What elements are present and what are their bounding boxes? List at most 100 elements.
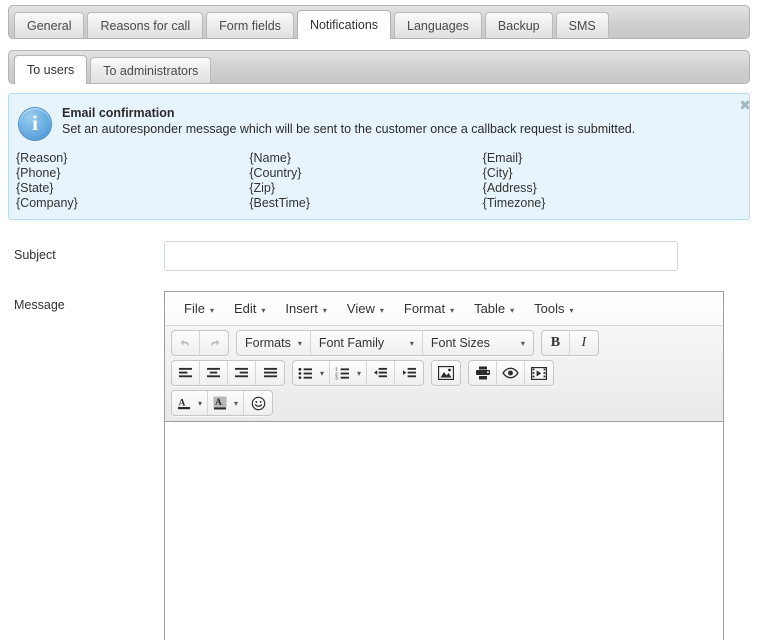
token-reason: {Reason} (16, 151, 68, 165)
font-family-dropdown[interactable]: Font Family ▾ (311, 331, 423, 355)
toolbar-row-1: Formats ▾ Font Family ▾ Font Sizes ▾ B I (171, 330, 723, 356)
token-company: {Company} (16, 196, 78, 210)
chevron-down-icon: ▾ (379, 306, 384, 315)
tab-notifications[interactable]: Notifications (296, 10, 392, 39)
font-family-label: Font Family (318, 336, 385, 350)
chevron-down-icon: ▾ (198, 398, 203, 408)
image-icon[interactable] (432, 361, 460, 385)
bullet-list-icon[interactable]: ▾ (293, 361, 331, 385)
outdent-icon[interactable] (367, 361, 396, 385)
tab-reasons-for-call[interactable]: Reasons for call (87, 12, 204, 38)
token-country: {Country} (249, 166, 302, 180)
emoticon-icon[interactable] (244, 391, 272, 415)
text-color-icon[interactable]: A ▾ (172, 391, 209, 415)
tab-sms[interactable]: SMS (555, 12, 609, 38)
settings-page: General Reasons for call Form fields Not… (0, 0, 760, 640)
toolbar-row-3: A ▾ A ▾ (171, 390, 723, 416)
menu-view-label: View (346, 301, 375, 316)
align-left-icon[interactable] (172, 361, 200, 385)
close-icon[interactable]: ✖ (739, 99, 751, 113)
insert-image-group (431, 360, 462, 386)
chevron-down-icon: ▾ (234, 398, 239, 408)
menu-edit[interactable]: Edit ▾ (225, 298, 274, 319)
tab-general[interactable]: General (14, 12, 85, 38)
formats-dropdown[interactable]: Formats ▾ (237, 331, 311, 355)
chevron-down-icon: ▾ (450, 306, 455, 315)
editor-content-area[interactable] (165, 422, 723, 640)
message-label: Message (14, 298, 65, 312)
italic-button[interactable]: I (570, 331, 598, 355)
indent-icon[interactable] (395, 361, 423, 385)
token-email: {Email} (482, 151, 523, 165)
info-icon (18, 107, 52, 141)
token-column-3: {Email} {City} {Address} {Timezone} (483, 151, 716, 211)
menu-format[interactable]: Format ▾ (395, 298, 463, 319)
font-weight-group: B I (540, 330, 599, 356)
align-center-icon[interactable] (200, 361, 228, 385)
align-justify-icon[interactable] (256, 361, 284, 385)
subtab-to-administrators[interactable]: To administrators (90, 57, 212, 83)
tab-backup[interactable]: Backup (484, 12, 553, 38)
token-state: {State} (16, 181, 54, 195)
history-group (171, 330, 229, 356)
menu-tools-label: Tools (534, 301, 565, 316)
text-style-group: Formats ▾ Font Family ▾ Font Sizes ▾ (236, 330, 534, 356)
menu-view[interactable]: View ▾ (338, 298, 393, 319)
menu-edit-label: Edit (233, 301, 257, 316)
token-address: {Address} (482, 181, 537, 195)
chevron-down-icon: ▾ (261, 306, 266, 315)
chevron-down-icon: ▾ (409, 338, 414, 348)
formats-label: Formats (245, 336, 291, 350)
menu-file[interactable]: File ▾ (175, 298, 223, 319)
alignment-group (171, 360, 285, 386)
menu-table[interactable]: Table ▾ (465, 298, 523, 319)
main-tab-bar: General Reasons for call Form fields Not… (8, 5, 750, 39)
tab-form-fields[interactable]: Form fields (206, 12, 294, 38)
chevron-down-icon: ▾ (322, 306, 327, 315)
background-color-icon[interactable]: A ▾ (208, 391, 245, 415)
token-besttime: {BestTime} (249, 196, 311, 210)
toolbar-row-2: ▾ 123 ▾ (171, 360, 723, 386)
menu-format-label: Format (403, 301, 446, 316)
font-sizes-dropdown[interactable]: Font Sizes ▾ (423, 331, 533, 355)
preview-eye-icon[interactable] (497, 361, 526, 385)
sub-tab-bar: To users To administrators (8, 50, 750, 84)
output-group (468, 360, 555, 386)
token-column-1: {Reason} {Phone} {State} {Company} (16, 151, 249, 211)
undo-icon[interactable] (172, 331, 200, 355)
banner-title: Email confirmation (62, 106, 175, 120)
chevron-down-icon: ▾ (320, 368, 325, 378)
chevron-down-icon: ▾ (297, 338, 302, 348)
token-city: {City} (482, 166, 513, 180)
token-zip: {Zip} (249, 181, 276, 195)
font-sizes-label: Font Sizes (430, 336, 490, 350)
banner-description: Set an autoresponder message which will … (62, 122, 636, 136)
menu-table-label: Table (474, 301, 506, 316)
token-column-2: {Name} {Country} {Zip} {BestTime} (249, 151, 482, 211)
menu-file-label: File (184, 301, 205, 316)
chevron-down-icon: ▾ (209, 306, 214, 315)
tab-languages[interactable]: Languages (394, 12, 482, 38)
menu-tools[interactable]: Tools ▾ (525, 298, 582, 319)
chevron-down-icon: ▾ (357, 368, 362, 378)
svg-text:A: A (215, 398, 222, 408)
chevron-down-icon: ▾ (520, 338, 525, 348)
editor-toolbar: Formats ▾ Font Family ▾ Font Sizes ▾ B I (165, 326, 723, 422)
bold-button[interactable]: B (542, 331, 570, 355)
align-right-icon[interactable] (228, 361, 256, 385)
rich-text-editor: File ▾ Edit ▾ Insert ▾ View ▾ Format ▾ Table ▾… (164, 291, 724, 640)
subject-label: Subject (14, 248, 56, 262)
subtab-to-users[interactable]: To users (14, 55, 88, 84)
print-icon[interactable] (469, 361, 498, 385)
token-phone: {Phone} (16, 166, 61, 180)
chevron-down-icon: ▾ (569, 306, 574, 315)
subject-input[interactable] (164, 241, 678, 271)
placeholder-token-list: {Reason} {Phone} {State} {Company} {Name… (16, 151, 716, 211)
numbered-list-icon[interactable]: 123 ▾ (330, 361, 368, 385)
svg-text:3: 3 (335, 375, 338, 379)
menu-insert[interactable]: Insert ▾ (276, 298, 336, 319)
redo-icon[interactable] (200, 331, 228, 355)
menu-insert-label: Insert (285, 301, 318, 316)
media-icon[interactable] (525, 361, 553, 385)
editor-menu-bar: File ▾ Edit ▾ Insert ▾ View ▾ Format ▾ Table ▾… (165, 292, 723, 326)
